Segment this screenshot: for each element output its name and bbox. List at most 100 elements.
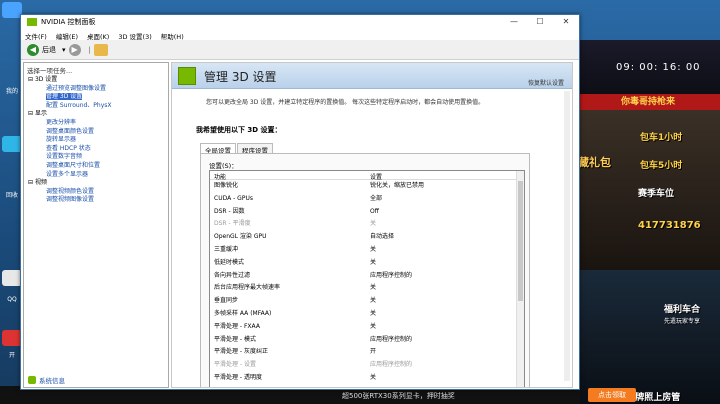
feature-name: 多帧采样 AA (MFAA) [214,310,272,317]
close-button[interactable]: ✕ [553,15,579,29]
tab-program-settings[interactable]: 程序设置 [237,143,273,155]
feature-value[interactable]: 关 [370,219,376,230]
restore-defaults-link[interactable]: 恢复默认设置 [528,78,564,87]
qq-icon[interactable] [2,270,22,286]
back-arrow-icon[interactable]: ◀ [27,43,39,56]
title-bar[interactable]: NVIDIA 控制面板 — ☐ ✕ [21,15,579,29]
settings-row[interactable]: CUDA - GPUs 全部 [210,194,516,205]
feature-value[interactable]: 关 [370,245,376,256]
settings-row[interactable]: DSR - 因数 Off [210,207,516,218]
page-title: 管理 3D 设置 [204,70,277,84]
ad-gift: 藏礼包 [578,156,611,169]
tree-item[interactable]: 设置多个显示器 [46,171,88,179]
feature-value[interactable]: 关 [370,296,376,307]
feature-value[interactable]: 应用程序控制的 [370,360,412,371]
tree-label: 设置多个显示器 [46,170,89,178]
tree-category[interactable]: ⊟ 显示 [28,110,47,118]
back-dropdown-icon[interactable]: ▾ [62,46,66,54]
feature-value[interactable]: 全部 [370,194,382,205]
tree-item[interactable]: 设置数字音频 [46,153,82,161]
settings-row[interactable]: 平滑处理 - FXAA 关 [210,322,516,333]
feature-value[interactable]: 关 [370,322,376,333]
feature-name: 图像锐化 [214,182,239,189]
toolbar: ◀ 后退 ▾ ▶ | [21,40,579,60]
settings-row[interactable]: 平滑处理 - 模式 应用程序控制的 [210,335,516,346]
menu-help[interactable]: 帮助(H) [157,29,189,41]
tree-item[interactable]: 查看 HDCP 状态 [46,145,91,153]
tree-item[interactable]: 调整视频颜色设置 [46,188,94,196]
tab-global-settings[interactable]: 全局设置 [200,143,236,155]
page-banner: 管理 3D 设置 恢复默认设置 [172,63,572,89]
settings-row[interactable]: DSR - 平滑度 关 [210,219,516,230]
desktop-icon[interactable] [2,2,22,18]
menu-desktop[interactable]: 桌面(K) [83,29,114,41]
feature-value[interactable]: 锐化关，缩放已禁用 [370,181,424,192]
tree-item[interactable]: 调整视频图像设置 [46,196,94,204]
settings-row[interactable]: 后台应用程序最大帧速率 关 [210,283,516,294]
desktop-icon[interactable] [2,330,22,346]
feature-value[interactable]: 自动选择 [370,232,394,243]
feature-name: 后台应用程序最大帧速率 [214,284,281,292]
scrollbar-thumb[interactable] [518,181,523,301]
feature-value[interactable]: Off [370,207,379,218]
settings-row[interactable]: 低延时模式 关 [210,258,516,269]
collapse-icon: ⊟ [28,179,35,187]
nvidia-control-panel-window[interactable]: NVIDIA 控制面板 — ☐ ✕ 文件(F) 编辑(E) 桌面(K) 3D 设… [20,14,580,390]
feature-name: 平滑处理 - FXAA [214,322,260,330]
settings-row[interactable]: OpenGL 渲染 GPU 自动选择 [210,232,516,243]
forward-arrow-icon[interactable]: ▶ [68,43,81,56]
collapse-icon: ⊟ [28,110,35,118]
menu-file[interactable]: 文件(F) [21,29,52,41]
menu-bar: 文件(F) 编辑(E) 桌面(K) 3D 设置(3) 帮助(H) [21,29,579,41]
settings-row[interactable]: 平滑处理 - 灰度纠正 开 [210,347,516,358]
settings-tabs: 全局设置 程序设置 [200,143,274,155]
claim-button[interactable]: 点击领取 [588,388,636,402]
feature-value[interactable]: 应用程序控制的 [370,335,412,346]
settings-row[interactable]: 各向异性过滤 应用程序控制的 [210,271,516,282]
settings-row[interactable]: 三重缓冲 关 [210,245,516,256]
feature-name: 平滑处理 - 透明度 [214,374,262,381]
feature-value[interactable]: 开 [370,347,376,358]
content-scrollbar[interactable] [564,91,570,381]
minimize-button[interactable]: — [501,15,527,29]
settings-row[interactable]: 平滑处理 - 设置 应用程序控制的 [210,360,516,371]
tree-label: 查看 HDCP 状态 [46,144,91,152]
feature-value[interactable]: 关 [370,309,376,320]
settings-list[interactable]: 功能 设置 图像锐化 锐化关，缩放已禁用 CUDA - GPUs 全部 DSR - 因数… [209,170,525,387]
back-button-label[interactable]: 后退 [42,45,56,55]
desktop-icon[interactable] [2,136,22,152]
settings-row[interactable]: 多帧采样 AA (MFAA) 关 [210,309,516,320]
settings-lead: 我希望使用以下 3D 设置： [196,126,282,134]
feature-value[interactable]: 应用程序控制的 [370,271,412,282]
manage-3d-icon [178,67,196,85]
feature-value[interactable]: 关 [370,283,376,294]
menu-edit[interactable]: 编辑(E) [52,29,83,41]
tree-label: 显示 [34,110,47,118]
nvidia-logo-icon [27,18,37,26]
feature-name: DSR - 因数 [214,207,245,215]
tree-item[interactable]: 调整桌面尺寸和位置 [46,162,100,170]
ad-panel[interactable]: 09: 00: 16: 00 你毒哥持枪来 包车1小时 包车5小时 赛季车位 藏… [576,40,720,404]
tree-label: 3D 设置 [34,76,58,83]
list-scrollbar[interactable] [516,171,524,387]
tree-item[interactable]: 配置 Surround、PhysX [46,102,112,110]
feature-value[interactable]: 关 [370,258,376,269]
tree-item[interactable]: 管理 3D 设置 [46,93,83,101]
tree-category[interactable]: ⊟ 3D 设置 [28,76,57,84]
tree-category[interactable]: ⊟ 视频 [28,179,47,187]
tree-item[interactable]: 旋转显示器 [46,136,76,144]
system-info-link[interactable]: 系统信息 [28,375,65,385]
settings-label: 设置(S)： [209,162,238,170]
home-icon[interactable] [93,43,108,56]
tree-item[interactable]: 通过预览调整图像设置 [46,85,106,93]
settings-row[interactable]: 平滑处理 - 透明度 关 [210,373,516,384]
tree-item[interactable]: 调整桌面颜色设置 [46,128,94,136]
feature-value[interactable]: 关 [370,373,376,384]
tree-item[interactable]: 更改分辨率 [46,119,76,127]
settings-row[interactable]: 图像锐化 锐化关，缩放已禁用 [210,181,516,192]
settings-row[interactable]: 垂直同步 关 [210,296,516,307]
feature-name: OpenGL 渲染 GPU [214,233,267,241]
menu-3d-settings[interactable]: 3D 设置(3) [114,29,156,41]
maximize-button[interactable]: ☐ [527,15,553,29]
list-header: 功能 设置 [210,171,516,181]
